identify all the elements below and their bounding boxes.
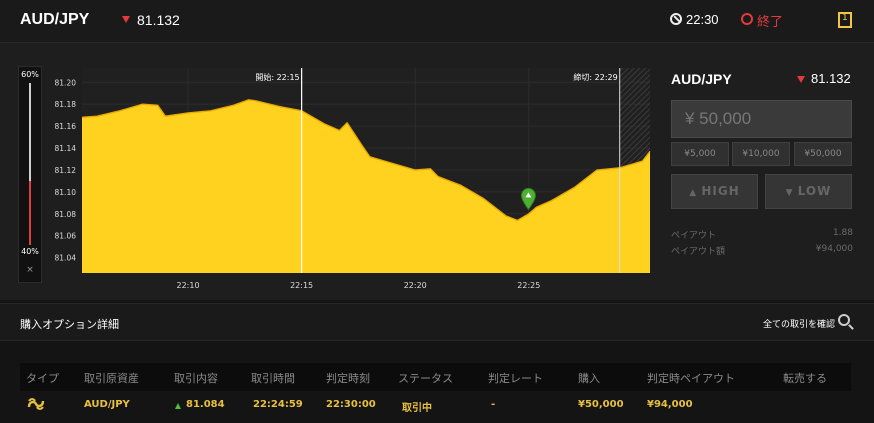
up-arrow-icon: [175, 403, 181, 409]
col-type: タイプ: [26, 372, 59, 385]
high-label: HIGH: [701, 184, 740, 198]
y-tick-label: 81.06: [55, 232, 77, 241]
y-tick-label: 81.14: [55, 144, 77, 153]
start-label: 開始: 22:15: [255, 72, 299, 82]
high-button[interactable]: ▲ HIGH: [671, 174, 758, 209]
end-icon: [741, 13, 753, 25]
row-trade-time: 22:24:59: [253, 399, 303, 410]
down-arrow-icon: [797, 76, 805, 83]
row-judge-rate: -: [491, 399, 496, 410]
amount-placeholder: ¥ 50,000: [685, 109, 752, 128]
end-label[interactable]: 終了: [757, 11, 783, 30]
col-status: ステータス: [398, 372, 453, 385]
amount-input[interactable]: ¥ 50,000: [671, 100, 852, 138]
clock-icon: [670, 13, 682, 25]
row-status: 取引中: [402, 403, 432, 414]
y-tick-label: 81.12: [55, 166, 77, 175]
x-tick-label: 22:15: [290, 281, 313, 290]
col-asset: 取引原資産: [84, 372, 139, 385]
preset-50000-button[interactable]: ¥50,000: [794, 142, 852, 166]
y-tick-label: 81.04: [55, 254, 77, 263]
table-header: タイプ 取引原資産 取引内容 取引時間 判定時刻 ステータス 判定レート 購入 …: [20, 363, 851, 391]
y-tick-label: 81.16: [55, 122, 77, 131]
preset-10000-button[interactable]: ¥10,000: [732, 142, 790, 166]
close-label: 締切: 22:29: [573, 72, 617, 82]
trade-pair: AUD/JPY: [671, 71, 732, 87]
payout-value: 1.88: [832, 228, 853, 238]
y-axis-ticks: 81.20 81.18 81.16 81.14 81.12 81.10 81.08 81.06…: [55, 78, 77, 262]
table-row[interactable]: AUD/JPY 81.084 22:24:59 22:30:00 取引中 - ¥…: [20, 391, 851, 423]
x-tick-label: 22:10: [176, 281, 199, 290]
low-button[interactable]: ▼ LOW: [765, 174, 852, 209]
row-asset: AUD/JPY: [84, 399, 130, 410]
current-time: 22:30: [686, 12, 719, 27]
trade-panel: AUD/JPY 81.132 ¥ 50,000 ¥5,000 ¥10,000 ¥…: [660, 43, 874, 300]
y-tick-label: 81.10: [55, 188, 77, 197]
low-icon: ▼: [785, 188, 798, 198]
col-resell: 転売する: [783, 372, 827, 385]
x-axis-ticks: 22:10 22:15 22:20 22:25: [176, 281, 540, 290]
search-icon[interactable]: [838, 314, 850, 326]
trade-type-icon: [27, 398, 45, 410]
col-trade-time: 取引時間: [251, 372, 295, 385]
row-payout: ¥94,000: [647, 399, 693, 410]
trade-rate: 81.132: [811, 71, 851, 86]
col-judge-rate: 判定レート: [488, 372, 543, 385]
payout-amount-label: ペイアウト額: [671, 247, 726, 257]
x-tick-label: 22:25: [517, 281, 540, 290]
y-tick-label: 81.20: [55, 78, 77, 87]
all-trades-link[interactable]: 全ての取引を確認: [763, 317, 835, 330]
col-content: 取引内容: [174, 372, 218, 385]
x-tick-label: 22:20: [404, 281, 427, 290]
row-rate: 81.084: [186, 399, 225, 410]
row-purchase: ¥50,000: [578, 399, 624, 410]
y-tick-label: 81.08: [55, 210, 77, 219]
col-judge-time: 判定時刻: [326, 372, 370, 385]
y-tick-label: 81.18: [55, 100, 77, 109]
details-title: 購入オプション詳細: [20, 318, 119, 331]
payout-amount-value: ¥94,000: [815, 244, 853, 254]
window-icon[interactable]: [838, 12, 852, 28]
col-purchase: 購入: [578, 372, 600, 385]
payout-label: ペイアウト: [671, 231, 717, 241]
price-chart[interactable]: 開始: 22:15 締切: 22:29 81.2081.1881.1681.148…: [0, 0, 660, 300]
row-judge-time: 22:30:00: [326, 399, 376, 410]
high-icon: ▲: [689, 188, 702, 198]
details-header: 購入オプション詳細 全ての取引を確認: [0, 303, 874, 341]
col-payout: 判定時ペイアウト: [647, 372, 735, 385]
preset-5000-button[interactable]: ¥5,000: [671, 142, 729, 166]
low-label: LOW: [797, 184, 832, 198]
